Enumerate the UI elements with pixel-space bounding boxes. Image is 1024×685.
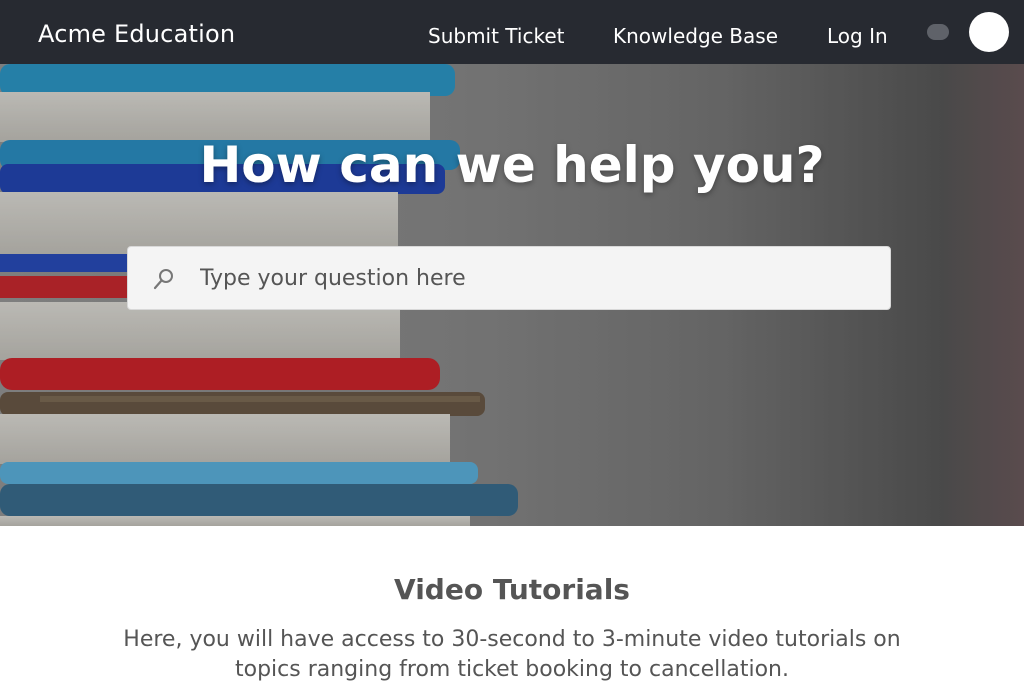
- nav-submit-ticket[interactable]: Submit Ticket: [428, 22, 564, 50]
- hero-banner: How can we help you?: [0, 64, 1024, 526]
- theme-toggle[interactable]: [927, 24, 949, 40]
- nav-log-in[interactable]: Log In: [827, 22, 888, 50]
- section-description: Here, you will have access to 30-second …: [123, 627, 901, 682]
- top-navbar: Acme Education Submit Ticket Knowledge B…: [0, 0, 1024, 64]
- section-title: Video Tutorials: [394, 573, 630, 606]
- avatar[interactable]: [969, 12, 1009, 52]
- nav-knowledge-base[interactable]: Knowledge Base: [613, 22, 778, 50]
- brand-logo-text[interactable]: Acme Education: [38, 18, 235, 50]
- search-input[interactable]: [200, 247, 880, 309]
- search-icon: [152, 267, 176, 291]
- search-bar[interactable]: [127, 246, 891, 310]
- hero-title: How can we help you?: [199, 136, 825, 194]
